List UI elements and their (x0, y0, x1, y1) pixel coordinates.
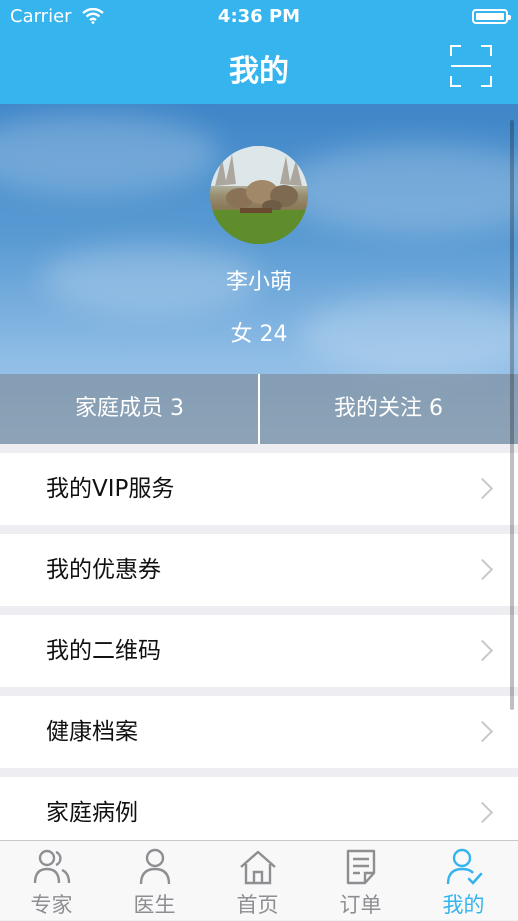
menu-item-label: 我的二维码 (46, 638, 161, 664)
profile-header: 李小萌 女 24 家庭成员 3 我的关注 6 (0, 104, 518, 444)
menu-item-health-records[interactable]: 健康档案 (0, 696, 518, 768)
user-gender-age: 女 24 (230, 322, 288, 347)
tab-label: 专家 (30, 893, 73, 917)
menu-item-qrcode[interactable]: 我的二维码 (0, 615, 518, 687)
sky-cloud (280, 144, 518, 234)
battery-icon (472, 9, 511, 24)
tab-doctor[interactable]: 医生 (103, 841, 206, 921)
stats-bar: 家庭成员 3 我的关注 6 (0, 374, 518, 444)
chevron-right-icon (471, 639, 494, 662)
sky-cloud (0, 114, 220, 194)
following-button[interactable]: 我的关注 6 (259, 374, 518, 444)
chevron-right-icon (471, 477, 494, 500)
family-members-button[interactable]: 家庭成员 3 (0, 374, 259, 444)
tab-orders[interactable]: 订单 (309, 841, 412, 921)
nav-bar: 我的 (0, 34, 518, 104)
status-bar: Carrier 4:36 PM (0, 0, 518, 34)
page-title: 我的 (229, 54, 289, 89)
tab-label: 我的 (442, 893, 485, 917)
menu-item-label: 健康档案 (46, 719, 138, 745)
order-icon (346, 849, 376, 885)
home-icon (240, 850, 276, 885)
status-time: 4:36 PM (217, 6, 301, 27)
scan-icon[interactable] (449, 44, 493, 88)
doctor-icon (139, 848, 171, 885)
menu-item-vip[interactable]: 我的VIP服务 (0, 453, 518, 525)
menu-item-label: 家庭病例 (46, 800, 138, 826)
menu-item-family-cases[interactable]: 家庭病例 (0, 777, 518, 849)
tab-label: 医生 (133, 893, 176, 917)
tab-experts[interactable]: 专家 (0, 841, 103, 921)
tab-label: 订单 (339, 893, 382, 917)
avatar[interactable] (210, 146, 308, 244)
chevron-right-icon (471, 558, 494, 581)
user-name: 李小萌 (225, 270, 292, 295)
avatar-photo (210, 146, 308, 244)
menu-item-label: 我的VIP服务 (46, 476, 175, 502)
tab-home[interactable]: 首页 (206, 841, 309, 921)
profile-icon (446, 848, 483, 885)
tab-profile[interactable]: 我的 (412, 841, 515, 921)
tab-bar: 专家 医生 首页 订单 我的 (0, 840, 518, 920)
tab-label: 首页 (236, 893, 279, 917)
menu-item-coupons[interactable]: 我的优惠券 (0, 534, 518, 606)
scrollbar[interactable] (510, 120, 514, 710)
menu-item-label: 我的优惠券 (46, 557, 161, 583)
chevron-right-icon (471, 801, 494, 824)
chevron-right-icon (471, 720, 494, 743)
experts-icon (33, 849, 71, 884)
